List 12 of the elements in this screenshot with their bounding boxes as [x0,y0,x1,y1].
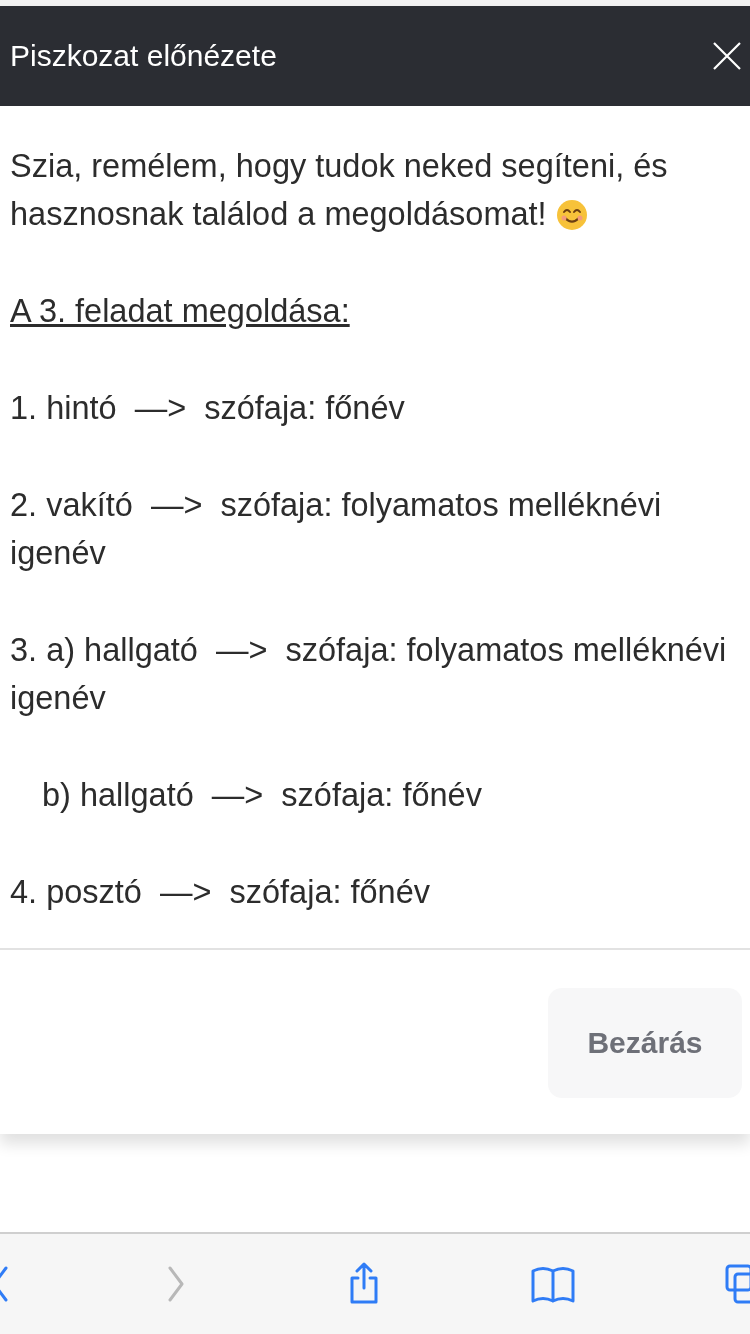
share-icon[interactable] [348,1262,380,1306]
paragraph: 2. vakító —> szófaja: folyamatos melléknévi igenév [10,486,663,573]
section-heading: A 3. feladat megoldása: [10,292,351,331]
greeting-text: Szia, remélem, hogy tudok neked segíteni, és hasznosnak találod a megoldásomat! [10,147,669,234]
close-icon[interactable] [712,41,742,71]
close-button[interactable]: Bezárás [548,988,742,1098]
paragraph: 1. hintó —> szófaja: főnév [10,389,406,428]
dialog-title: Piszkozat előnézete [10,39,277,73]
smiley-icon [555,199,588,231]
paragraph: 3. a) hallgató —> szófaja: folyamatos melléknévi igenév [10,631,728,718]
paragraph: 4. posztó —> szófaja: főnév [10,873,432,912]
paragraph: b) hallgató —> szófaja: főnév [41,776,483,815]
